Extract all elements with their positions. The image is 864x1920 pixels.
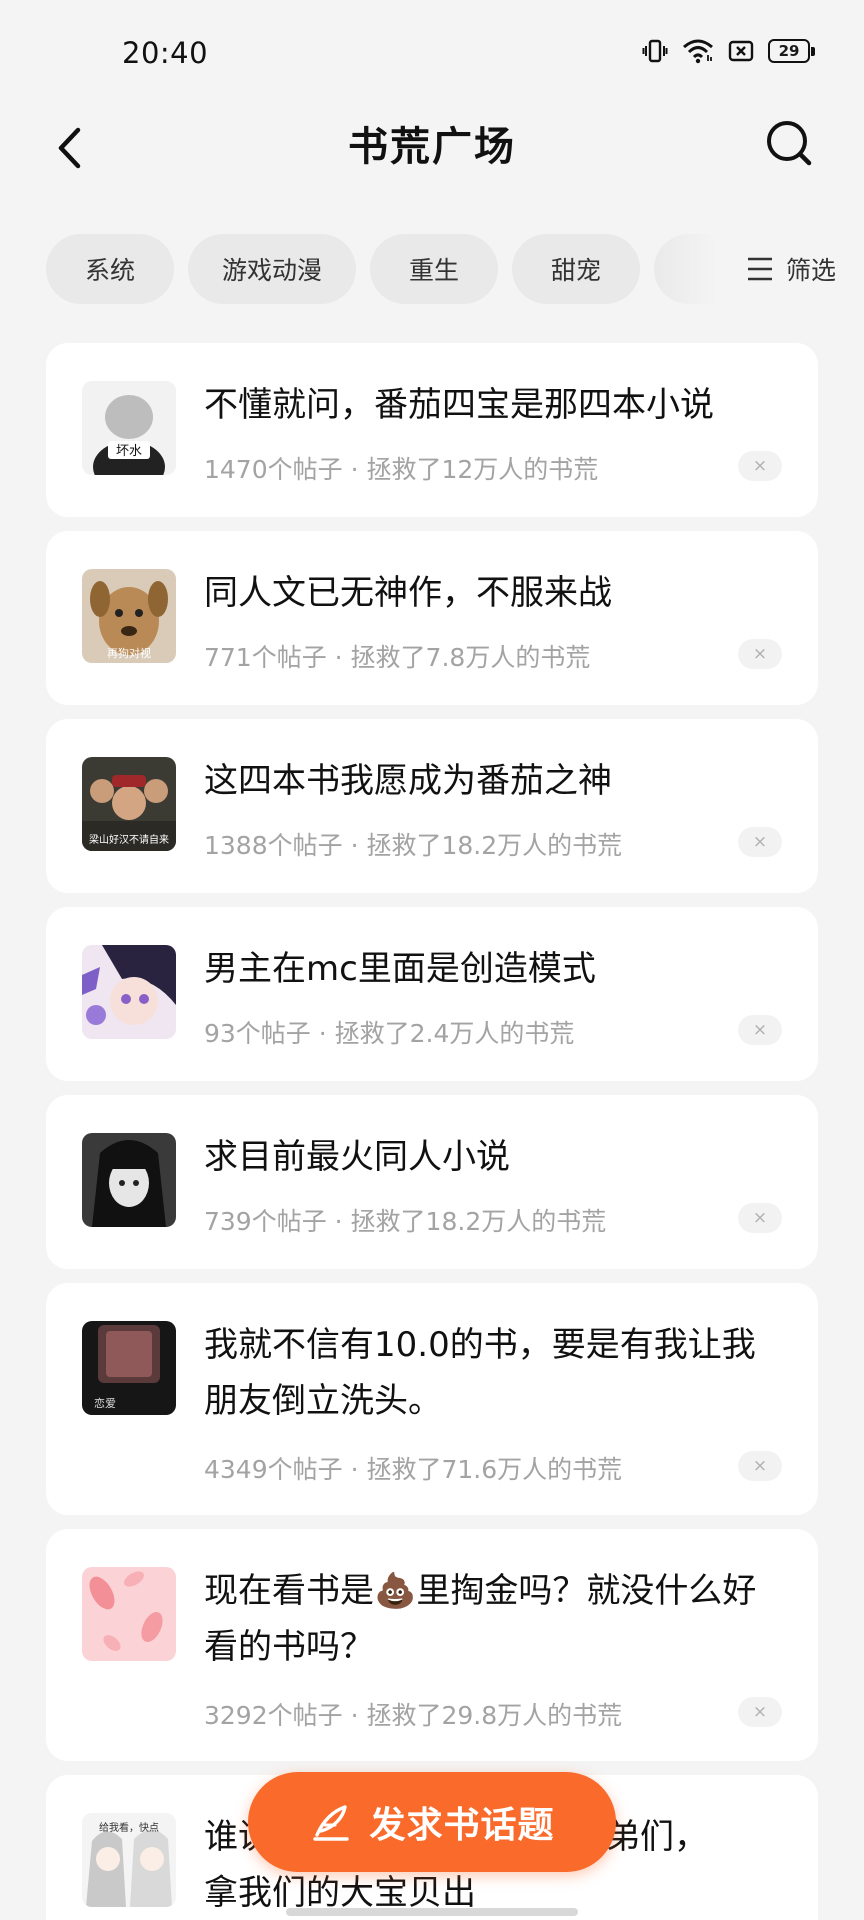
topic-card[interactable]: 恋爱 我就不信有10.0的书，要是有我让我朋友倒立洗头。 4349个帖子 · 拯… [46,1283,818,1515]
filter-label: 筛选 [785,256,836,285]
dismiss-button[interactable]: × [738,1203,782,1233]
menu-lines-icon [747,257,772,281]
dismiss-button[interactable]: × [738,451,782,481]
dismiss-button[interactable]: × [738,639,782,669]
topic-thumbnail: 给我看，快点 [82,1813,176,1907]
chip-label: 游戏动漫 [221,256,322,285]
close-icon: × [752,1701,768,1722]
thumb-caption: 梁山好汉不请自来 [89,833,169,846]
chip-tianchong[interactable]: 甜宠 [512,234,640,304]
topic-card[interactable]: 再狗对视 同人文已无神作，不服来战 771个帖子 · 拯救了7.8万人的书荒 × [46,531,818,705]
topic-thumbnail: 坏水 [82,381,176,475]
search-button[interactable] [758,112,820,174]
topic-meta: 3292个帖子 · 拯救了29.8万人的书荒 [204,1701,623,1730]
topic-title: 不懂就问，番茄四宝是那四本小说 [204,385,714,425]
close-icon: × [752,831,768,852]
topic-meta: 739个帖子 · 拯救了18.2万人的书荒 [204,1207,607,1236]
chips-fade [650,234,740,304]
create-topic-label: 发求书话题 [369,1805,555,1846]
pen-icon [313,1805,350,1841]
topic-title: 男主在mc里面是创造模式 [204,949,596,989]
filter-button[interactable]: 筛选 [735,234,836,304]
topic-thumbnail [82,945,176,1039]
search-icon [767,121,812,166]
close-icon: × [752,1019,768,1040]
topic-meta: 93个帖子 · 拯救了2.4万人的书荒 [204,1019,575,1048]
topic-thumbnail [82,1133,176,1227]
category-chips: 系统 游戏动漫 重生 甜宠 筛选 [0,234,864,304]
home-indicator[interactable] [286,1908,578,1916]
dismiss-button[interactable]: × [738,1015,782,1045]
topic-card[interactable]: 坏水 不懂就问，番茄四宝是那四本小说 1470个帖子 · 拯救了12万人的书荒 … [46,343,818,517]
thumb-caption: 恋爱 [94,1396,116,1410]
topic-thumbnail: 恋爱 [82,1321,176,1415]
topic-thumbnail: 再狗对视 [82,569,176,663]
close-icon: × [752,1455,768,1476]
chip-label: 甜宠 [550,256,601,285]
topic-meta: 771个帖子 · 拯救了7.8万人的书荒 [204,643,591,672]
sim-off-icon [728,39,754,63]
status-icons: 29 [642,38,815,64]
battery-icon: 29 [768,39,815,63]
thumb-caption: 再狗对视 [107,646,151,660]
header: 书荒广场 [0,100,864,210]
topic-title-line2: 拿我们的大宝贝出 [204,1873,476,1913]
status-time: 20:40 [122,36,209,70]
chip-xitong[interactable]: 系统 [46,234,174,304]
thumb-caption: 坏水 [116,444,142,459]
chip-chongsheng[interactable]: 重生 [370,234,498,304]
topic-thumbnail: 梁山好汉不请自来 [82,757,176,851]
close-icon: × [752,1207,768,1228]
topic-card[interactable]: 求目前最火同人小说 739个帖子 · 拯救了18.2万人的书荒 × [46,1095,818,1269]
chip-label: 重生 [408,256,459,285]
close-icon: × [752,643,768,664]
topic-meta: 1388个帖子 · 拯救了18.2万人的书荒 [204,831,623,860]
topic-card[interactable]: 梁山好汉不请自来 这四本书我愿成为番茄之神 1388个帖子 · 拯救了18.2万… [46,719,818,893]
dismiss-button[interactable]: × [738,1451,782,1481]
topic-title: 求目前最火同人小说 [204,1137,510,1177]
topic-title: 同人文已无神作，不服来战 [204,573,612,613]
topic-card[interactable]: 现在看书是💩里掏金吗？就没什么好看的书吗？ 3292个帖子 · 拯救了29.8万… [46,1529,818,1761]
chip-label: 系统 [84,256,135,285]
topic-title: 我就不信有10.0的书，要是有我让我朋友倒立洗头。 [204,1325,756,1421]
topic-card[interactable]: 男主在mc里面是创造模式 93个帖子 · 拯救了2.4万人的书荒 × [46,907,818,1081]
topic-meta: 1470个帖子 · 拯救了12万人的书荒 [204,455,599,484]
dismiss-button[interactable]: × [738,827,782,857]
vibrate-icon [642,38,668,64]
thumb-caption: 给我看，快点 [99,1821,159,1834]
dismiss-button[interactable]: × [738,1697,782,1727]
wifi-icon [682,38,714,64]
topic-thumbnail [82,1567,176,1661]
topic-meta: 4349个帖子 · 拯救了71.6万人的书荒 [204,1455,623,1484]
topic-title: 现在看书是💩里掏金吗？就没什么好看的书吗？ [204,1571,757,1667]
close-icon: × [752,455,768,476]
battery-level: 29 [778,42,800,60]
topic-title: 这四本书我愿成为番茄之神 [204,761,612,801]
create-topic-button[interactable]: 发求书话题 [248,1772,616,1872]
status-bar: 20:40 29 [0,0,864,100]
chip-youxidongman[interactable]: 游戏动漫 [188,234,356,304]
page-title: 书荒广场 [348,124,516,170]
